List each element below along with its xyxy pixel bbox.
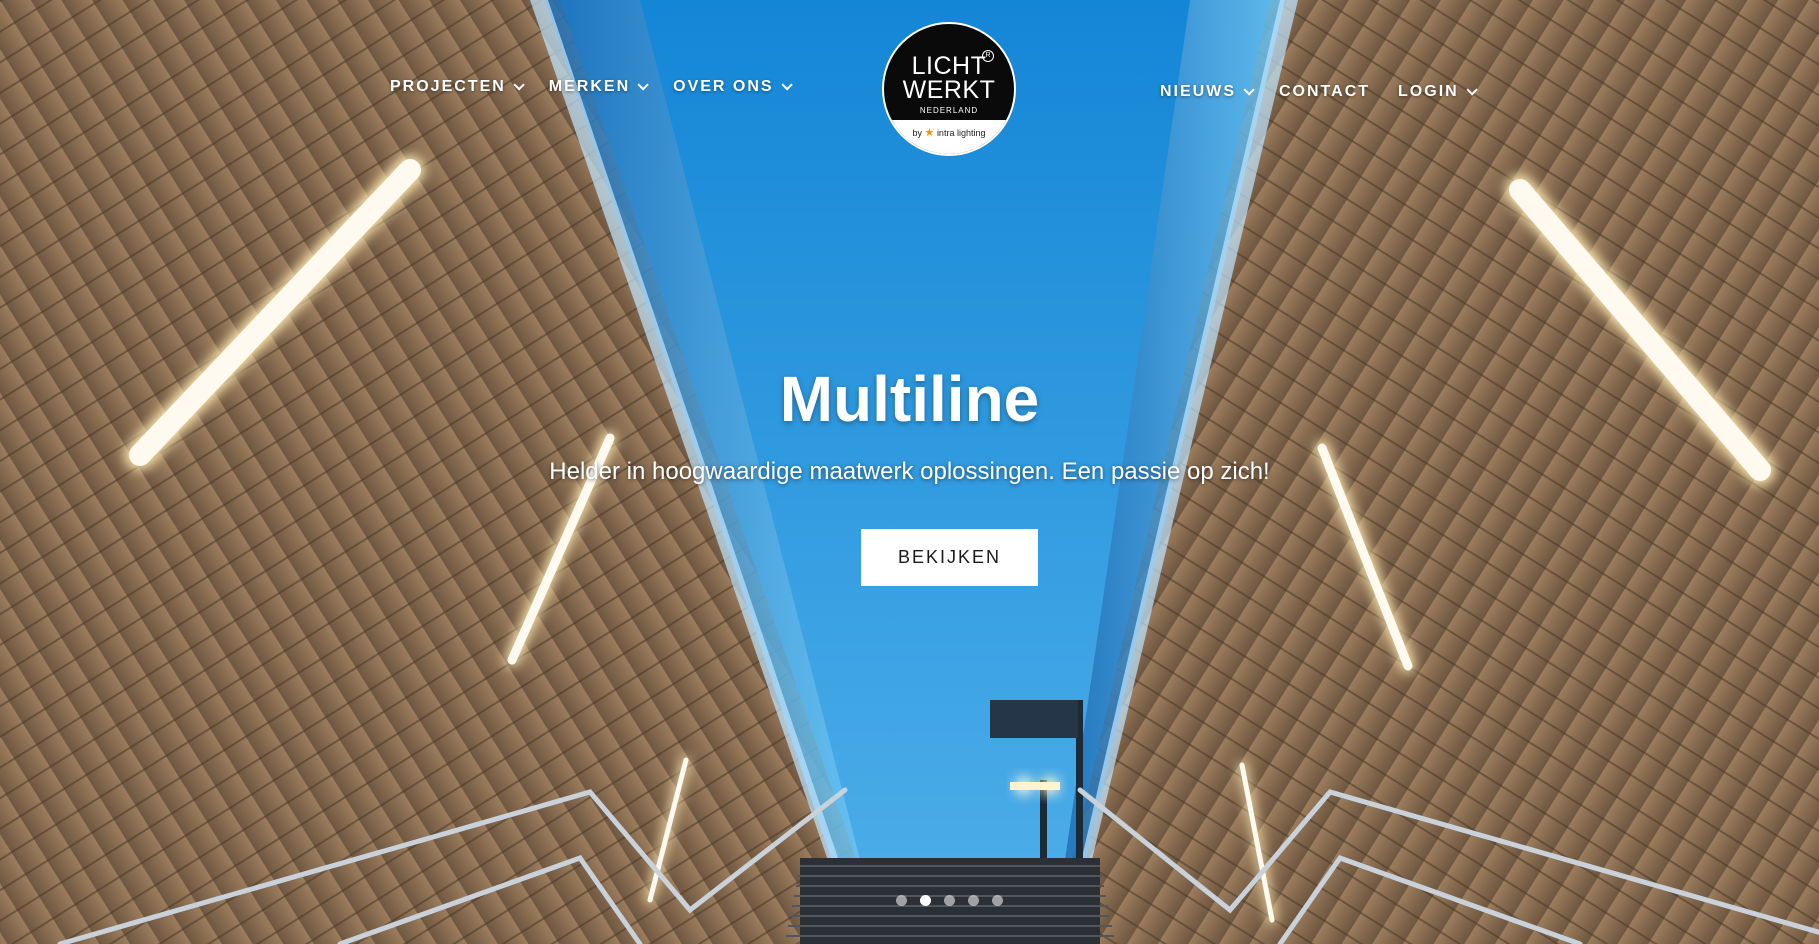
logo-footer: by ★ intra lighting bbox=[884, 120, 1014, 154]
hero-subtitle: Helder in hoogwaardige maatwerk oplossin… bbox=[549, 458, 1270, 485]
logo-brand: intra lighting bbox=[936, 128, 986, 138]
hero-slider: PROJECTEN MERKEN OVER ONS R LICHT WERKT … bbox=[0, 0, 1819, 944]
registered-icon: R bbox=[982, 50, 994, 62]
slider-dot[interactable] bbox=[944, 895, 955, 906]
nav-item-label: OVER ONS bbox=[673, 78, 774, 95]
nav-item-nieuws[interactable]: NIEUWS bbox=[1160, 83, 1255, 101]
logo[interactable]: R LICHT WERKT NEDERLAND by ★ intra light… bbox=[882, 22, 1016, 156]
bekijken-button[interactable]: BEKIJKEN bbox=[861, 529, 1038, 586]
nav-item-label: NIEUWS bbox=[1160, 83, 1236, 100]
nav-item-label: MERKEN bbox=[548, 78, 631, 95]
slider-dot[interactable] bbox=[896, 895, 907, 906]
slider-dot[interactable] bbox=[992, 895, 1003, 906]
logo-by: by bbox=[912, 128, 923, 138]
chevron-down-icon bbox=[1243, 84, 1255, 96]
main-nav-left: PROJECTEN MERKEN OVER ONS bbox=[390, 78, 793, 96]
nav-item-merken[interactable]: MERKEN bbox=[548, 78, 649, 96]
star-icon: ★ bbox=[924, 127, 935, 139]
logo-line-2: WERKT bbox=[902, 76, 996, 104]
slider-dots bbox=[896, 895, 1003, 906]
nav-item-login[interactable]: LOGIN bbox=[1398, 83, 1478, 101]
main-nav-right: NIEUWS CONTACT LOGIN bbox=[1160, 83, 1478, 101]
nav-item-contact[interactable]: CONTACT bbox=[1279, 83, 1370, 101]
slider-dot[interactable] bbox=[968, 895, 979, 906]
hero-title: Multiline bbox=[779, 363, 1040, 435]
nav-item-label: PROJECTEN bbox=[390, 78, 506, 95]
chevron-down-icon bbox=[637, 79, 649, 91]
nav-item-label: CONTACT bbox=[1279, 83, 1371, 100]
logo-subtitle: NEDERLAND bbox=[919, 106, 979, 115]
nav-item-label: LOGIN bbox=[1398, 83, 1459, 100]
slider-dot[interactable] bbox=[920, 895, 931, 906]
nav-item-projecten[interactable]: PROJECTEN bbox=[390, 78, 525, 96]
chevron-down-icon bbox=[513, 79, 525, 91]
nav-item-over-ons[interactable]: OVER ONS bbox=[673, 78, 793, 96]
logo-line-1: LICHT bbox=[911, 52, 987, 80]
